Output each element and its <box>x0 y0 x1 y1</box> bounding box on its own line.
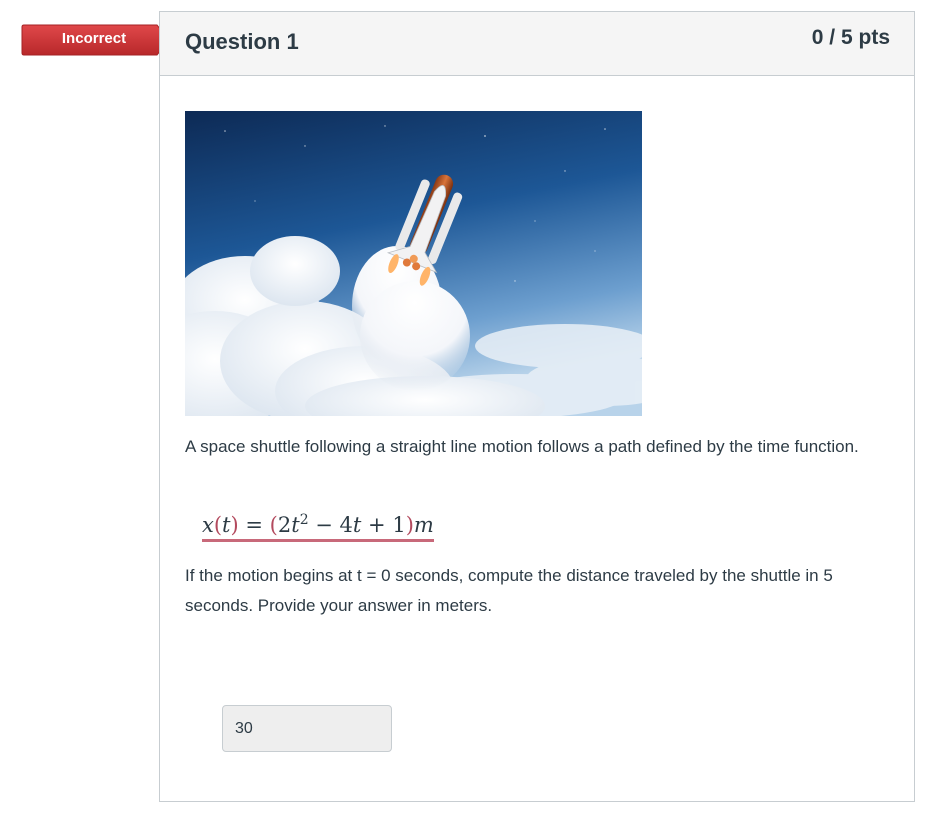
formula-close: ) <box>405 513 414 537</box>
space-shuttle-launch-image <box>185 111 642 416</box>
formula-lhs-var: x <box>202 513 214 537</box>
question-text-task: If the motion begins at t = 0 seconds, c… <box>185 566 833 615</box>
position-formula: x(t) = ((22t2 − 4t + 1)m <box>202 512 434 542</box>
formula-lhs-arg: t <box>222 513 231 537</box>
formula-t1: t <box>291 513 300 537</box>
formula-unit: m <box>413 513 434 537</box>
question-text-intro: A space shuttle following a straight lin… <box>185 437 859 456</box>
formula-exponent: 2 <box>299 512 309 528</box>
flag-label: Incorrect <box>61 30 127 47</box>
incorrect-flag: Incorrect <box>21 24 171 56</box>
answer-input[interactable]: 30 <box>222 705 392 752</box>
formula-rest: − 4 <box>308 513 353 537</box>
question-header: Question 1 0 / 5 pts <box>160 12 914 76</box>
question-title: Question 1 <box>185 29 299 54</box>
formula-tail: + 1 <box>361 513 406 537</box>
question-card: Question 1 0 / 5 pts A space shuttle fol… <box>159 11 915 802</box>
question-points: 0 / 5 pts <box>811 26 890 49</box>
